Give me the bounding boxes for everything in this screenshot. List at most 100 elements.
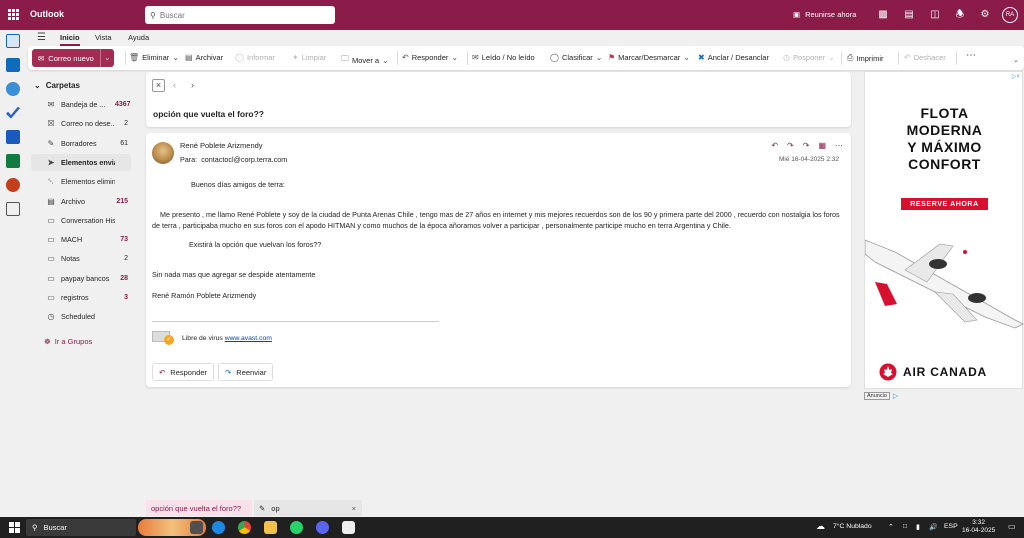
app-launcher-icon[interactable]	[8, 9, 19, 20]
sender-avatar[interactable]	[152, 142, 174, 164]
undo-label: Deshacer	[913, 53, 946, 62]
read-unread-button[interactable]: ✉ Leído / No leído	[472, 53, 535, 62]
archive-button[interactable]: ▤ Archivar	[185, 53, 223, 62]
tab-inicio[interactable]: Inicio	[60, 33, 80, 46]
discord-icon[interactable]	[316, 521, 329, 534]
ad-choices-icon[interactable]: ▷×	[1012, 73, 1020, 80]
more-apps-icon[interactable]	[6, 202, 20, 216]
volume-icon[interactable]: 🔊	[929, 523, 937, 531]
folders-header[interactable]: ⌄ Carpetas	[34, 81, 80, 90]
avatar[interactable]: RA	[1002, 7, 1018, 23]
tab-ayuda[interactable]: Ayuda	[128, 33, 149, 42]
ribbon-collapse-icon[interactable]: ⌄	[1013, 56, 1019, 64]
folder-item[interactable]: ▤ Archivo 215	[31, 193, 131, 210]
hamburger-icon[interactable]: ☰	[37, 32, 46, 43]
tray-chevron-icon[interactable]: ⌃	[888, 523, 894, 531]
reply-icon[interactable]: ↶	[771, 141, 778, 150]
pin-button[interactable]: ✖ Anclar / Desanclar	[698, 53, 769, 62]
forward-icon[interactable]: ↷	[803, 141, 810, 150]
recipient-address[interactable]: contactocl@corp.terra.com	[201, 155, 287, 164]
folder-item[interactable]: ▭ Conversation Histo...	[31, 212, 131, 229]
folder-item[interactable]: ▭ Notas 2	[31, 250, 131, 267]
shield-icon: ◯	[235, 53, 244, 62]
folder-item[interactable]: ▭ MACH 73	[31, 231, 131, 248]
report-button[interactable]: ◯ Informar	[235, 53, 275, 62]
windows-start-icon[interactable]	[9, 522, 20, 533]
app-title[interactable]: Outlook	[30, 9, 64, 19]
more-options-button[interactable]: ⋯	[966, 50, 976, 61]
folder-count: 3	[124, 294, 128, 301]
bell-icon[interactable]: 🕭	[954, 9, 966, 21]
tips-icon[interactable]: ◫	[929, 9, 941, 21]
print-button[interactable]: ⎙ Imprimir	[847, 53, 883, 63]
taskbar-search[interactable]: ⚲ Buscar	[26, 519, 136, 536]
folder-count: 4367	[115, 101, 131, 108]
reply-button[interactable]: ↶ Responder ⌄	[402, 53, 458, 62]
folder-item[interactable]: ␡ Elementos elimina...	[31, 173, 131, 190]
folder-item[interactable]: ✉ Bandeja de ... 4367	[31, 96, 131, 113]
tab-vista[interactable]: Vista	[95, 33, 112, 42]
flag-button[interactable]: ⚑ Marcar/Desmarcar ⌄	[608, 53, 690, 62]
file-explorer-icon[interactable]	[264, 521, 277, 534]
reply-button-bottom[interactable]: ↶ Responder	[152, 363, 214, 381]
new-mail-button[interactable]: ✉ Correo nuevo	[32, 49, 100, 67]
close-icon[interactable]: ×	[152, 79, 165, 92]
battery-icon[interactable]: ▮	[916, 523, 920, 531]
snooze-label: Posponer	[792, 53, 826, 62]
previous-arrow-icon[interactable]: ‹	[173, 80, 176, 90]
folder-item[interactable]: ➤ Elementos enviados	[31, 153, 131, 171]
search-input[interactable]	[159, 10, 325, 20]
excel-icon[interactable]	[6, 154, 20, 168]
archive-label: Archivar	[195, 53, 224, 62]
gear-icon[interactable]: ⚙	[979, 9, 991, 21]
snooze-button[interactable]: ◷ Posponer ⌄	[783, 53, 835, 62]
store-icon[interactable]	[342, 521, 355, 534]
groups-link[interactable]: ☸ Ir a Grupos	[44, 337, 92, 346]
calendar-icon[interactable]	[6, 58, 20, 72]
network-icon[interactable]: □	[903, 523, 907, 530]
language-indicator[interactable]: ESP	[944, 523, 958, 530]
notification-icon[interactable]: ▭	[1008, 522, 1016, 531]
search-box[interactable]: ⚲	[145, 6, 335, 24]
next-arrow-icon[interactable]: ›	[191, 80, 194, 90]
reply-all-icon[interactable]: ↷	[787, 141, 794, 150]
ad-choices-icon[interactable]: ▷	[893, 392, 898, 400]
folder-item[interactable]: ▭ registros 3	[31, 289, 131, 306]
new-mail-dropdown[interactable]: ⌄	[99, 49, 114, 67]
edge-icon[interactable]	[212, 521, 225, 534]
sender-name[interactable]: René Poblete Arizmendy	[180, 141, 263, 150]
meet-now-button[interactable]: ▣ Reunirse ahora	[793, 10, 856, 19]
weather-text[interactable]: 7°C Nublado	[833, 523, 872, 530]
todo-icon[interactable]	[6, 106, 20, 119]
move-to-button[interactable]: 🗀 Mover a ⌄	[341, 53, 389, 67]
delete-button[interactable]: 🗑 Eliminar ⌄	[129, 53, 179, 62]
ad-cta-button[interactable]: RESERVE AHORA	[901, 198, 988, 210]
folder-item[interactable]: ☒ Correo no dese... 2	[31, 115, 131, 132]
draft-tab-active[interactable]: opción que vuelta el foro??	[146, 500, 252, 516]
forward-button-bottom[interactable]: ↷ Reenviar	[218, 363, 274, 381]
advertisement-panel[interactable]: ▷× FLOTA MODERNA Y MÁXIMO CONFORT RESERV…	[864, 71, 1024, 389]
categorize-button[interactable]: ◯ Clasificar ⌄	[550, 53, 603, 62]
people-icon[interactable]	[6, 82, 20, 96]
close-icon[interactable]: ×	[352, 504, 356, 513]
undo-button[interactable]: ↶ Deshacer	[904, 53, 946, 62]
folder-item[interactable]: ▭ paypay bancos 28	[31, 270, 131, 287]
folder-icon: ▭	[47, 215, 55, 225]
chrome-icon[interactable]	[238, 521, 251, 534]
folder-item[interactable]: ✎ Borradores 61	[31, 135, 131, 152]
sweep-button[interactable]: ✦ Limpiar	[292, 53, 326, 62]
teams-icon[interactable]: ▩	[877, 9, 889, 21]
maple-leaf-icon	[879, 363, 897, 381]
notes-icon[interactable]: ▤	[903, 9, 915, 21]
word-icon[interactable]	[6, 130, 20, 144]
draft-tab[interactable]: ✎ op ×	[254, 500, 362, 516]
task-view-icon[interactable]	[190, 521, 203, 534]
mail-icon[interactable]	[6, 34, 20, 48]
folder-item[interactable]: ◷ Scheduled	[31, 308, 131, 325]
avast-link[interactable]: www.avast.com	[225, 335, 272, 342]
powerpoint-icon[interactable]	[6, 178, 20, 192]
grid-icon[interactable]: ▦	[818, 141, 826, 150]
taskbar-clock[interactable]: 3:32 16-04-2025	[962, 519, 995, 535]
whatsapp-icon[interactable]	[290, 521, 303, 534]
more-icon[interactable]: ⋯	[835, 141, 843, 150]
